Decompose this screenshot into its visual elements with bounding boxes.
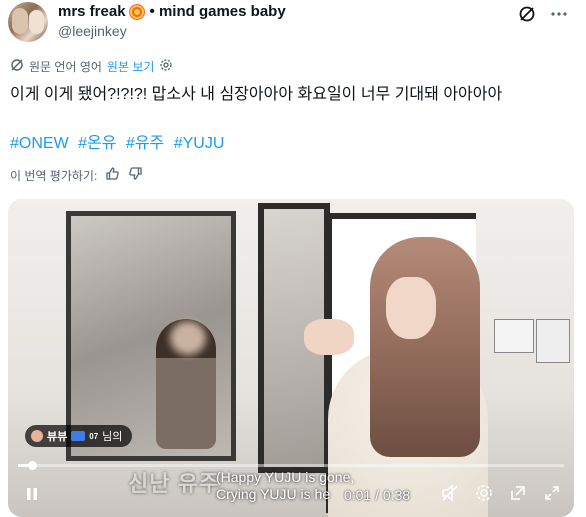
channel-suffix: 님의 [102,431,123,443]
fullscreen-icon[interactable] [542,483,562,503]
pop-out-icon[interactable] [508,483,528,503]
video-channel-tag: 뷰뷰 07 님의 [25,425,133,447]
video-person-face [386,277,436,339]
video-person-hair [370,237,480,457]
author-avatar[interactable] [8,2,48,42]
video-blurred-face [170,321,206,355]
video-controls: 0:01 / 0:38 [8,473,574,517]
channel-avatar-icon [31,430,43,442]
author-handle[interactable]: @leejinkey [58,23,127,39]
show-original-link[interactable]: 원본 보기 [107,58,155,75]
translation-source-label: 원문 언어 영어 [29,60,102,74]
channel-name: 뷰뷰 [47,431,68,443]
thumbs-up-icon[interactable] [105,166,120,184]
time-current: 0:01 [344,487,372,503]
video-time: 0:01 / 0:38 [344,487,410,503]
video-poster [536,319,570,363]
translate-icon [10,58,24,75]
channel-badge-number: 07 [89,431,99,441]
translation-bar: 원문 언어 영어 원본 보기 [10,58,173,75]
thumbs-down-icon[interactable] [128,166,143,184]
hashtag-link[interactable]: #ONEW [10,135,69,152]
lollipop-emoji-icon [128,3,145,20]
author-name-suffix[interactable]: • mind games baby [150,3,286,20]
more-icon[interactable] [550,5,568,23]
video-controls-right [440,483,562,503]
grok-icon[interactable] [518,5,536,23]
hashtag-link[interactable]: #온유 [78,135,116,152]
hashtag-list: #ONEW #온유 #유주 #YUJU [10,129,229,153]
rate-translation-label: 이 번역 평가하기: [10,168,98,183]
pause-icon[interactable] [24,486,40,502]
video-player[interactable]: 뷰뷰 07 님의 신난 유주 (Happy YUJU is gone, Cryi… [8,199,574,517]
rate-translation-row: 이 번역 평가하기: [10,166,143,184]
avatar-figure-right [29,10,44,34]
gear-icon[interactable] [474,483,494,503]
time-separator: / [375,487,380,503]
tweet-text: 이게 이게 됐어?!?!?! 맙소사 내 심장아아아 화요일이 너무 기대돼 아… [10,86,503,103]
video-progress-bar[interactable] [18,461,564,470]
video-person-hands [304,319,354,355]
hashtag-link[interactable]: #유주 [126,135,164,152]
tweet-top-actions [518,5,568,23]
author-display-name[interactable]: mrs freak [58,3,126,20]
author-name-row: mrs freak • mind games baby [58,3,289,20]
hashtag-link[interactable]: #YUJU [174,135,225,152]
video-poster [494,319,534,353]
channel-badge-icon [71,431,86,441]
settings-icon[interactable] [159,58,173,75]
time-total: 0:38 [382,487,411,503]
muted-icon[interactable] [440,483,460,503]
avatar-figure-left [12,8,28,34]
